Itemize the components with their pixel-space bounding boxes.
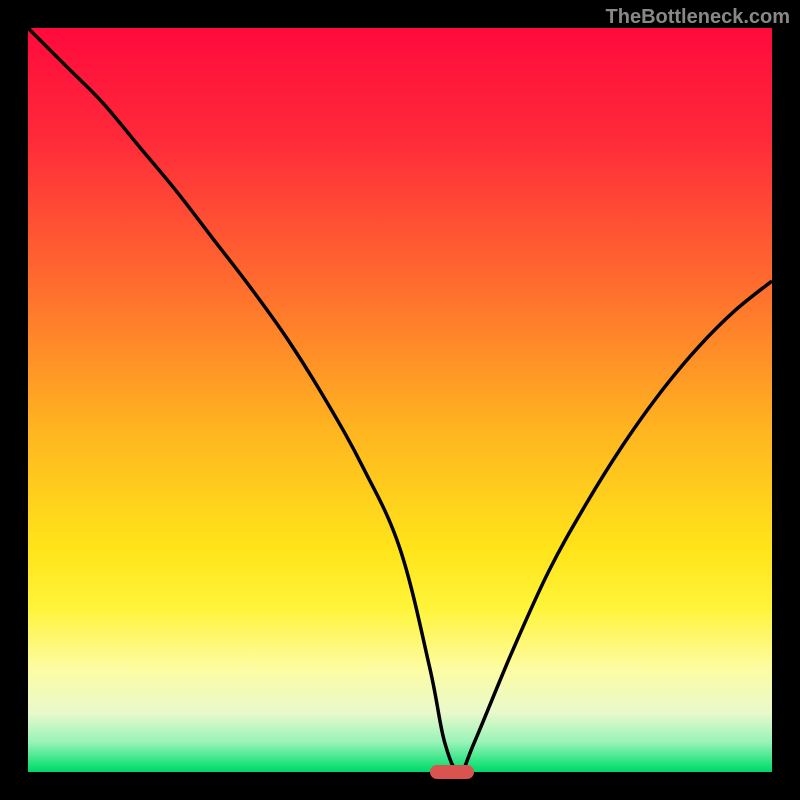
watermark-text: TheBottleneck.com <box>606 6 790 29</box>
bottleneck-curve <box>28 28 772 772</box>
chart-plot-area <box>28 28 772 772</box>
bottleneck-marker <box>430 765 474 779</box>
chart-container: TheBottleneck.com <box>0 0 800 800</box>
